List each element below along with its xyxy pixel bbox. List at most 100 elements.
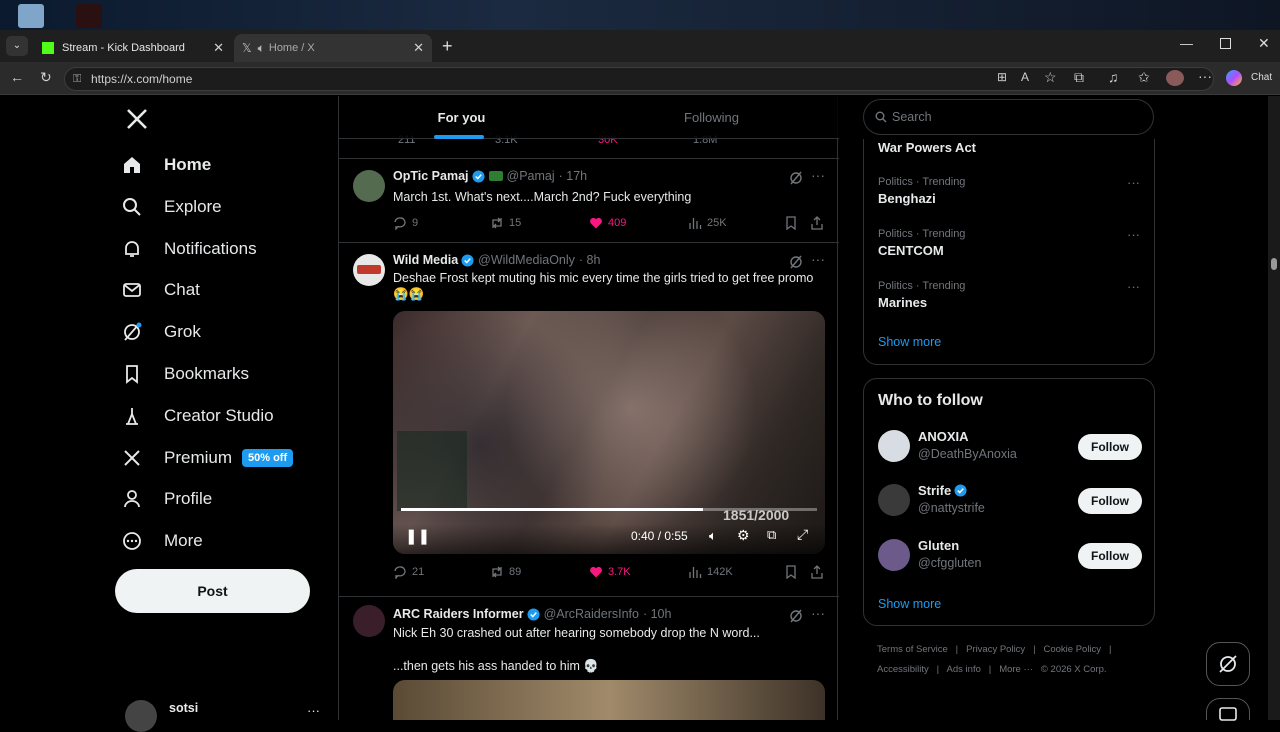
author-name[interactable]: ARC Raiders Informer: [393, 607, 524, 621]
author-handle[interactable]: @WildMediaOnly: [478, 253, 575, 267]
new-tab-icon[interactable]: +: [442, 36, 453, 57]
pip-icon[interactable]: ⧉: [767, 527, 776, 543]
minimize-icon[interactable]: —: [1180, 36, 1193, 51]
tab-list-button[interactable]: ⌄: [6, 36, 28, 56]
reply-button[interactable]: 21: [393, 565, 424, 579]
tab-home-x[interactable]: 𝕏 🔈︎ Home / X ✕: [234, 34, 432, 62]
fullscreen-icon[interactable]: ⤢: [797, 526, 808, 543]
nav-chat[interactable]: Chat: [120, 270, 200, 310]
maximize-icon[interactable]: [1220, 38, 1231, 49]
nav-grok[interactable]: Grok: [120, 312, 201, 352]
post-button[interactable]: Post: [115, 569, 310, 613]
follow-button[interactable]: Follow: [1078, 434, 1142, 460]
grok-fab-button[interactable]: [1206, 642, 1250, 686]
avatar[interactable]: [353, 605, 385, 637]
tweet-media[interactable]: [393, 680, 825, 720]
recycle-bin-icon[interactable]: [18, 4, 44, 28]
tweet[interactable]: ARC Raiders Informer @ArcRaidersInfo · 1…: [339, 597, 839, 720]
copilot-chat-label[interactable]: Chat: [1251, 72, 1272, 83]
reply-button[interactable]: 9: [393, 216, 418, 230]
page-scrollbar[interactable]: [1268, 96, 1280, 720]
author-name[interactable]: Wild Media: [393, 253, 458, 267]
account-switcher[interactable]: sotsi ···: [125, 698, 325, 732]
tweet-more-icon[interactable]: ···: [811, 251, 825, 267]
menu-icon[interactable]: ···: [1198, 68, 1212, 84]
like-button[interactable]: 3.7K: [589, 565, 631, 579]
trends-show-more-link[interactable]: Show more: [878, 335, 941, 349]
read-aloud-icon[interactable]: A: [1021, 70, 1029, 84]
tweet[interactable]: Wild Media @WildMediaOnly · 8h ··· Desha…: [339, 243, 839, 597]
tweet[interactable]: OpTic Pamaj @Pamaj · 17h ··· March 1st. …: [339, 159, 839, 243]
like-button[interactable]: 409: [589, 216, 626, 230]
avatar[interactable]: [353, 170, 385, 202]
author-handle[interactable]: @Pamaj: [507, 169, 555, 183]
nav-creator-studio[interactable]: Creator Studio: [120, 396, 274, 436]
footer-more-link[interactable]: More ···: [999, 664, 1033, 675]
share-button[interactable]: [811, 216, 823, 230]
avatar[interactable]: [353, 254, 385, 286]
tab-kick-dashboard[interactable]: Stream - Kick Dashboard ✕: [34, 34, 232, 62]
repost-button[interactable]: 15: [490, 216, 521, 230]
privacy-link[interactable]: Privacy Policy: [966, 644, 1025, 655]
address-bar[interactable]: ⚿ https://x.com/home: [64, 67, 1214, 91]
grok-icon[interactable]: [789, 171, 803, 185]
repost-button[interactable]: 89: [490, 565, 521, 579]
avatar[interactable]: [878, 430, 910, 462]
bookmark-button[interactable]: [785, 565, 797, 579]
window-close-icon[interactable]: ✕: [1258, 35, 1270, 52]
close-tab-icon[interactable]: ✕: [413, 40, 424, 56]
tab-for-you[interactable]: For you: [339, 96, 584, 139]
x-logo-icon[interactable]: [125, 107, 149, 131]
grok-icon[interactable]: [789, 255, 803, 269]
views-count[interactable]: 142K: [688, 565, 733, 579]
nav-premium[interactable]: Premium 50% off: [120, 438, 294, 478]
trend-more-icon[interactable]: ···: [1127, 279, 1140, 294]
profile-avatar-icon[interactable]: [1166, 70, 1184, 86]
tab-following[interactable]: Following: [584, 96, 839, 139]
trend-item[interactable]: Politics · Trending CENTCOM: [878, 228, 965, 258]
author-handle[interactable]: @ArcRaidersInfo: [544, 607, 639, 621]
back-icon[interactable]: ←: [10, 69, 24, 85]
search-input[interactable]: Search: [863, 99, 1154, 135]
bookmark-button[interactable]: [785, 216, 797, 230]
tweet-more-icon[interactable]: ···: [811, 167, 825, 183]
video-progress-track[interactable]: [401, 508, 817, 511]
site-info-icon[interactable]: ⚿: [73, 68, 81, 90]
scrollbar-thumb[interactable]: [1271, 258, 1277, 270]
nav-profile[interactable]: Profile: [120, 479, 212, 519]
media-icon[interactable]: ♫: [1108, 69, 1119, 85]
trend-item[interactable]: Politics · Trending Marines: [878, 280, 965, 310]
trend-item[interactable]: War Powers Act: [878, 140, 976, 155]
terms-link[interactable]: Terms of Service: [877, 644, 948, 655]
nav-home[interactable]: Home: [120, 145, 211, 185]
avatar[interactable]: [878, 484, 910, 516]
tweet-time[interactable]: · 17h: [559, 169, 588, 183]
trend-more-icon[interactable]: ···: [1127, 227, 1140, 242]
apps-icon[interactable]: ⊞: [997, 70, 1007, 84]
trend-more-icon[interactable]: ···: [1127, 175, 1140, 190]
cookie-link[interactable]: Cookie Policy: [1044, 644, 1102, 655]
extensions-icon[interactable]: ⧉: [1074, 69, 1084, 86]
follow-button[interactable]: Follow: [1078, 488, 1142, 514]
trend-item[interactable]: Politics · Trending Benghazi: [878, 176, 965, 206]
nav-explore[interactable]: Explore: [120, 187, 222, 227]
speaker-icon[interactable]: 🔈︎: [258, 41, 265, 56]
ads-info-link[interactable]: Ads info: [947, 664, 981, 675]
avatar[interactable]: [878, 539, 910, 571]
share-button[interactable]: [811, 565, 823, 579]
nav-bookmarks[interactable]: Bookmarks: [120, 354, 249, 394]
favorite-icon[interactable]: ☆: [1044, 69, 1057, 86]
follow-suggestion[interactable]: ANOXIA @DeathByAnoxia Follow: [878, 429, 1142, 469]
arc-raiders-app-icon[interactable]: [76, 4, 102, 28]
messages-fab-button[interactable]: [1206, 698, 1250, 721]
close-tab-icon[interactable]: ✕: [213, 40, 224, 56]
copilot-icon[interactable]: [1226, 70, 1242, 86]
accessibility-link[interactable]: Accessibility: [877, 664, 929, 675]
pause-icon[interactable]: ❚❚: [405, 527, 430, 545]
follow-suggestion[interactable]: Strife @nattystrife Follow: [878, 483, 1142, 523]
account-more-icon[interactable]: ···: [307, 703, 320, 718]
follow-button[interactable]: Follow: [1078, 543, 1142, 569]
settings-icon[interactable]: ⚙: [737, 527, 750, 544]
tweet-more-icon[interactable]: ···: [811, 605, 825, 621]
views-count[interactable]: 25K: [688, 216, 727, 230]
